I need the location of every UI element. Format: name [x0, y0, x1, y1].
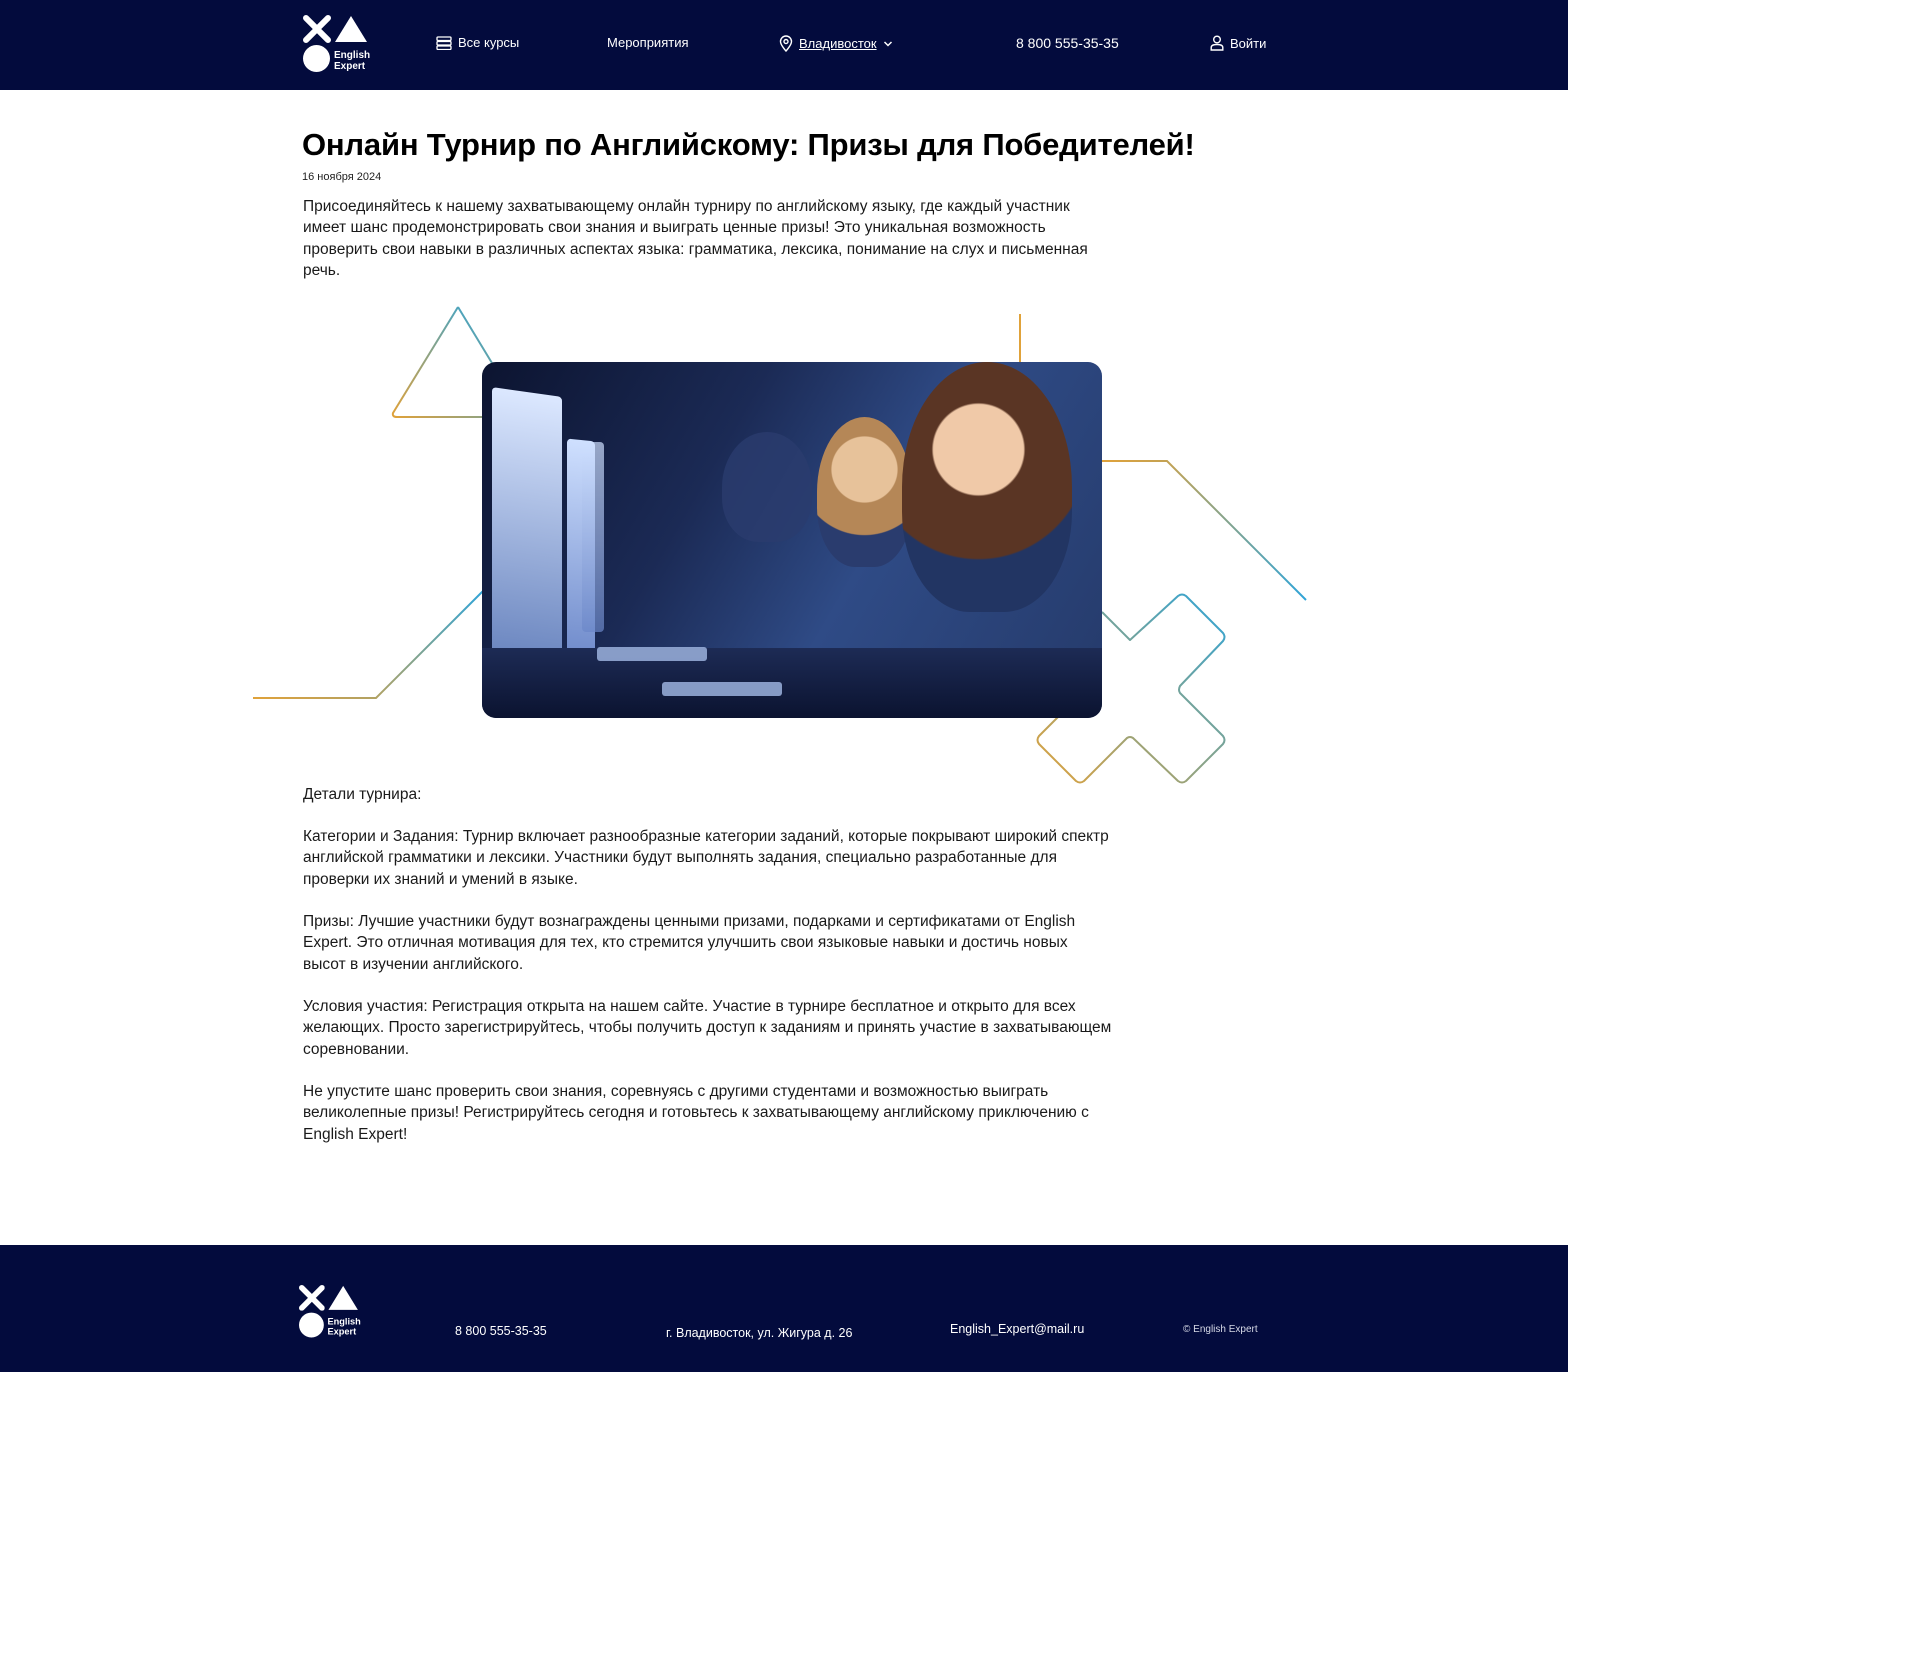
- desk-shape: [482, 648, 1102, 718]
- footer-address: г. Владивосток, ул. Жигура д. 26: [666, 1326, 853, 1340]
- logo-text: English Expert: [327, 1317, 361, 1338]
- logo-triangle-icon: [328, 1285, 358, 1310]
- footer-phone[interactable]: 8 800 555-35-35: [455, 1324, 547, 1338]
- site-footer: English Expert 8 800 555-35-35 г. Владив…: [0, 1245, 1568, 1372]
- details-paragraph: Условия участия: Регистрация открыта на …: [303, 998, 1112, 1058]
- background-person: [722, 432, 812, 542]
- footer-copyright: © English Expert: [1183, 1324, 1258, 1335]
- monitor-shape: [582, 442, 604, 632]
- details-heading: Детали турнира:: [303, 786, 422, 803]
- details-paragraph: Не упустите шанс проверить свои знания, …: [303, 1083, 1089, 1143]
- deco-line-left-icon: [253, 589, 485, 699]
- keyboard-shape: [597, 647, 707, 661]
- logo-x-icon: [299, 1285, 325, 1311]
- footer-logo[interactable]: English Expert: [299, 1285, 363, 1340]
- student-blonde: [817, 417, 912, 567]
- footer-email[interactable]: English_Expert@mail.ru: [950, 1322, 1084, 1336]
- deco-triangle-icon: [391, 306, 496, 418]
- logo-circle-icon: [299, 1312, 324, 1338]
- keyboard-shape: [662, 682, 782, 696]
- details-paragraph: Категории и Задания: Турнир включает раз…: [303, 828, 1109, 888]
- deco-line-right-icon: [1102, 460, 1307, 601]
- details-paragraph: Призы: Лучшие участники будут вознагражд…: [303, 913, 1076, 973]
- student-main: [902, 362, 1072, 612]
- hero-image: [482, 362, 1102, 718]
